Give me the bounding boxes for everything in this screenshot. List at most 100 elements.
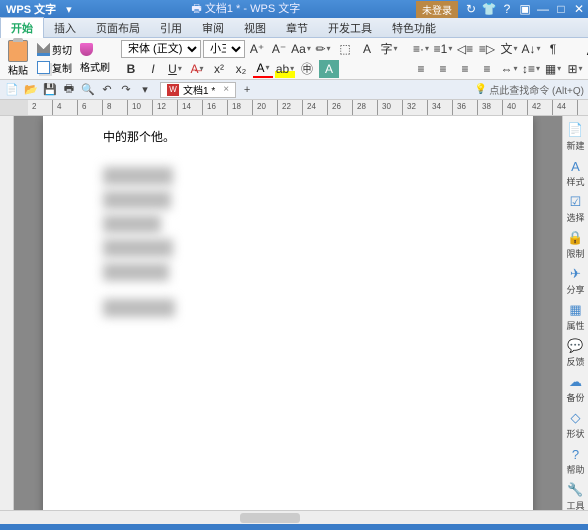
asian-layout-button[interactable]: 文: [499, 40, 519, 58]
menu-tab-0[interactable]: 开始: [0, 17, 44, 38]
decrease-indent-button[interactable]: ◁≡: [455, 40, 475, 58]
undo-button[interactable]: ↶: [99, 82, 115, 98]
menu-tab-1[interactable]: 插入: [44, 18, 86, 38]
task-pane: 📄新建 A样式 ☑选择 🔒限制 ✈分享 ▦属性 💬反馈 ☁备份 ◇形状 ?帮助 🔧工具: [562, 116, 588, 510]
align-justify-button[interactable]: ≡: [477, 60, 497, 78]
open-button[interactable]: 📂: [23, 82, 39, 98]
taskpane-item-8[interactable]: ◇形状: [566, 410, 584, 440]
bulb-icon: 💡: [475, 84, 487, 95]
char-shading-button[interactable]: A: [357, 40, 377, 58]
menu-tab-4[interactable]: 审阅: [192, 18, 234, 38]
vertical-ruler[interactable]: [0, 116, 14, 510]
maximize-button[interactable]: □: [552, 2, 570, 16]
paste-button[interactable]: 粘贴: [4, 38, 32, 79]
number-list-button[interactable]: ≡1: [433, 40, 453, 58]
taskpane-item-6[interactable]: 💬反馈: [566, 338, 584, 368]
menu-tab-5[interactable]: 视图: [234, 18, 276, 38]
scroll-thumb[interactable]: [240, 513, 300, 523]
copy-button[interactable]: 复制: [34, 59, 75, 76]
taskpane-icon: ☑: [567, 194, 583, 210]
menu-tab-2[interactable]: 页面布局: [86, 18, 150, 38]
strikethrough-button[interactable]: A̶: [187, 60, 207, 78]
taskpane-item-0[interactable]: 📄新建: [566, 122, 584, 152]
cut-button[interactable]: 剪切: [34, 41, 75, 58]
pin-icon[interactable]: ▣: [516, 2, 534, 16]
ruler-tick: 18: [232, 102, 241, 111]
menu-tab-7[interactable]: 开发工具: [318, 18, 382, 38]
distribute-button[interactable]: ⇔: [499, 60, 519, 78]
app-logo[interactable]: WPS 文字: [0, 1, 62, 17]
bullet-list-button[interactable]: ≡·: [411, 40, 431, 58]
body-text[interactable]: 中的那个他。: [103, 128, 473, 145]
taskpane-item-9[interactable]: ?帮助: [566, 446, 584, 476]
menu-tab-6[interactable]: 章节: [276, 18, 318, 38]
minimize-button[interactable]: —: [534, 2, 552, 16]
redacted-content: [103, 191, 171, 209]
login-status[interactable]: 未登录: [416, 1, 458, 18]
sync-icon[interactable]: ↻: [462, 2, 480, 16]
taskpane-item-3[interactable]: 🔒限制: [566, 230, 584, 260]
qat-dropdown[interactable]: ▾: [137, 82, 153, 98]
document-canvas[interactable]: 中的那个他。: [14, 116, 562, 510]
taskpane-item-4[interactable]: ✈分享: [566, 266, 584, 296]
font-size-select[interactable]: 小三: [203, 40, 245, 58]
enclose-char-button[interactable]: ㊥: [297, 60, 317, 78]
skin-icon[interactable]: 👕: [480, 2, 498, 16]
sort-button[interactable]: A↓: [521, 40, 541, 58]
print-preview-button[interactable]: 🔍: [80, 82, 96, 98]
print-button[interactable]: 🖶: [61, 82, 77, 98]
line-spacing-button[interactable]: ↕≡: [521, 60, 541, 78]
taskpane-item-5[interactable]: ▦属性: [566, 302, 584, 332]
taskpane-item-2[interactable]: ☑选择: [566, 194, 584, 224]
page[interactable]: 中的那个他。: [43, 116, 533, 510]
app-menu-dropdown[interactable]: ▾: [62, 3, 76, 16]
shrink-font-button[interactable]: A⁻: [269, 40, 289, 58]
shading-button[interactable]: ▦: [543, 60, 563, 78]
save-button[interactable]: 💾: [42, 82, 58, 98]
new-tab-button[interactable]: +: [239, 82, 255, 98]
grow-font-button[interactable]: A⁺: [247, 40, 267, 58]
align-center-button[interactable]: ≡: [433, 60, 453, 78]
command-search[interactable]: 💡 点此查找命令 (Alt+Q): [475, 82, 584, 97]
change-case-button[interactable]: Aa: [291, 40, 311, 58]
paste-label: 粘贴: [8, 62, 28, 77]
new-doc-button[interactable]: 📄: [4, 82, 20, 98]
redo-button[interactable]: ↷: [118, 82, 134, 98]
subscript-button[interactable]: x₂: [231, 60, 251, 78]
align-right-button[interactable]: ≡: [455, 60, 475, 78]
ruler-tick: 8: [107, 102, 111, 111]
font-family-select[interactable]: 宋体 (正文): [121, 40, 201, 58]
underline-button[interactable]: U: [165, 60, 185, 78]
menu-tab-3[interactable]: 引用: [150, 18, 192, 38]
borders-button[interactable]: ⊞: [565, 60, 585, 78]
format-painter-label[interactable]: 格式刷: [77, 58, 113, 75]
workspace: 中的那个他。 📄新建 A样式 ☑选择 🔒限制 ✈分享 ▦属性 💬反馈 ☁备份 ◇形状 ?帮助 🔧工具: [0, 116, 588, 510]
superscript-button[interactable]: x²: [209, 60, 229, 78]
char-fit-button[interactable]: A: [319, 60, 339, 78]
format-painter-button[interactable]: [77, 42, 113, 57]
italic-button[interactable]: I: [143, 60, 163, 78]
close-tab-button[interactable]: ×: [223, 84, 229, 95]
help-icon[interactable]: ?: [498, 2, 516, 16]
pinyin-guide-button[interactable]: 字: [379, 40, 399, 58]
highlight-button[interactable]: ab: [275, 60, 295, 78]
horizontal-scrollbar[interactable]: [0, 510, 588, 524]
increase-indent-button[interactable]: ≡▷: [477, 40, 497, 58]
document-tab[interactable]: W 文档1 * ×: [160, 82, 236, 98]
close-button[interactable]: ✕: [570, 2, 588, 16]
brush-icon: [80, 43, 93, 56]
ruler-tick: 16: [207, 102, 216, 111]
bold-button[interactable]: B: [121, 60, 141, 78]
font-color-button[interactable]: A: [253, 60, 273, 78]
align-left-button[interactable]: ≡: [411, 60, 431, 78]
ruler-tick: 6: [82, 102, 86, 111]
horizontal-ruler[interactable]: 2468101214161820222426283032343638404244: [0, 100, 588, 116]
taskpane-item-10[interactable]: 🔧工具: [566, 482, 584, 512]
taskpane-item-1[interactable]: A样式: [566, 158, 584, 188]
char-border-button[interactable]: ⬚: [335, 40, 355, 58]
show-marks-button[interactable]: ¶: [543, 40, 563, 58]
clear-format-button[interactable]: ✏: [313, 40, 333, 58]
taskpane-item-7[interactable]: ☁备份: [566, 374, 584, 404]
ruler-tick: 4: [57, 102, 61, 111]
menu-tab-8[interactable]: 特色功能: [382, 18, 446, 38]
